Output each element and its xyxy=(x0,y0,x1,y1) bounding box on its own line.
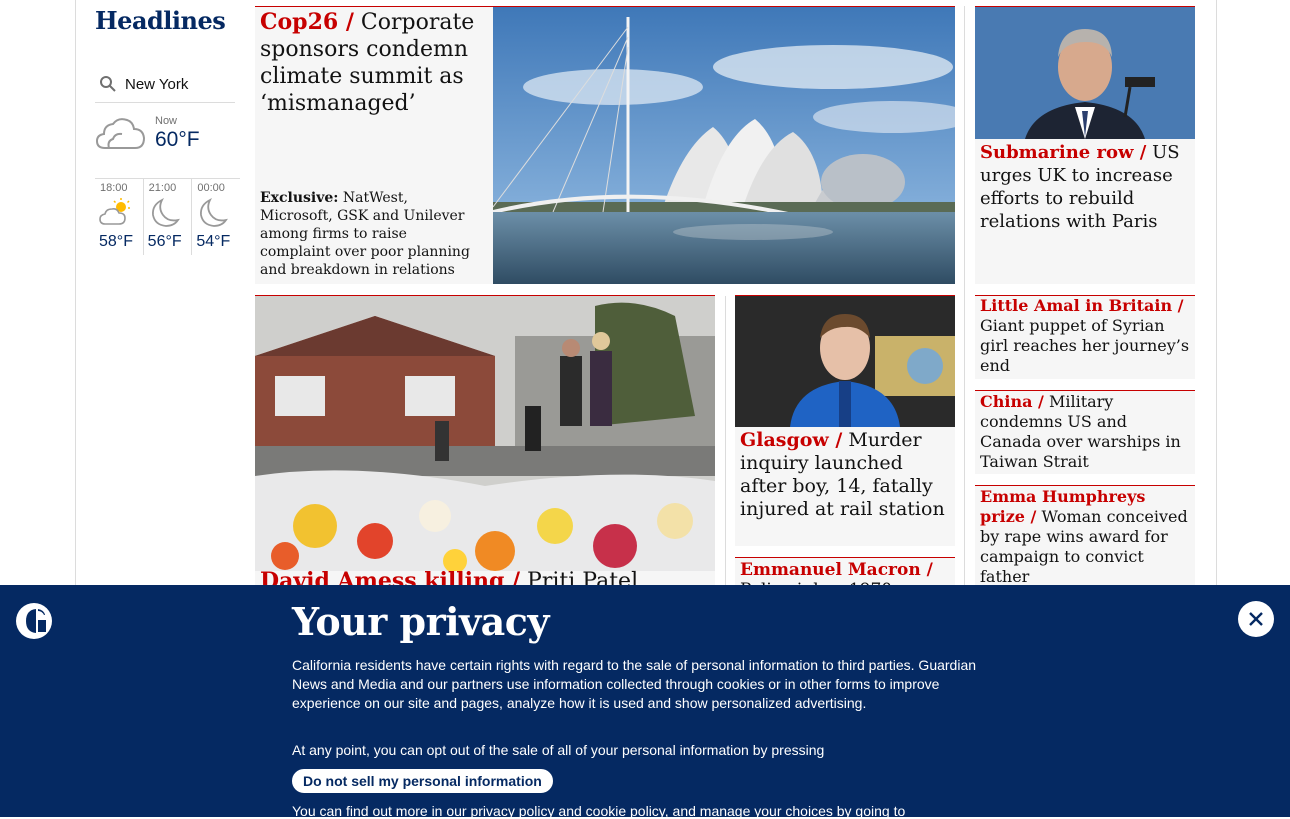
forecast-time: 21:00 xyxy=(148,182,177,194)
privacy-title: Your privacy xyxy=(292,599,550,644)
story-headline[interactable]: Cop26 / Corporate sponsors condemn clima… xyxy=(255,7,490,117)
standfirst-label: Exclusive: xyxy=(260,190,339,206)
story-headline-text: Giant puppet of Syrian girl reaches her … xyxy=(980,316,1190,375)
close-button[interactable] xyxy=(1238,601,1274,637)
forecast-row: 18:00 58°F 21:00 56°F 00:00 54°F xyxy=(95,178,240,255)
forecast-item: 18:00 58°F xyxy=(95,179,143,255)
moon-icon xyxy=(151,197,180,227)
weather-location-field[interactable]: New York xyxy=(95,66,235,103)
story-headline[interactable]: Emma Humphreys prize / Woman conceived b… xyxy=(975,486,1195,586)
now-label: Now xyxy=(155,115,178,127)
now-temperature: 60°F xyxy=(155,128,200,151)
story-card[interactable]: Glasgow / Murder inquiry launched after … xyxy=(735,295,955,546)
forecast-item: 21:00 56°F xyxy=(142,179,192,255)
privacy-body: California residents have certain rights… xyxy=(292,657,977,711)
story-card[interactable]: David Amess killing / Priti Patel xyxy=(255,295,715,586)
story-kicker: David Amess killing / xyxy=(260,568,521,586)
search-icon xyxy=(100,76,116,92)
forecast-item: 00:00 54°F xyxy=(191,179,240,255)
story-standfirst: Exclusive: NatWest, Microsoft, GSK and U… xyxy=(260,189,475,279)
privacy-optout-text: At any point, you can opt out of the sal… xyxy=(292,742,825,758)
speaker-portrait-photo xyxy=(975,7,1195,139)
story-image[interactable] xyxy=(493,7,955,284)
story-headline[interactable]: Submarine row / US urges UK to increase … xyxy=(975,141,1195,233)
story-image[interactable] xyxy=(975,7,1195,139)
story-card[interactable]: Emmanuel Macron / Police inlow 1970s xyxy=(735,557,955,588)
lead-story-card[interactable]: Cop26 / Corporate sponsors condemn clima… xyxy=(255,6,955,284)
privacy-banner: Your privacy California residents have c… xyxy=(0,585,1290,819)
section-title: Headlines xyxy=(95,6,226,35)
story-card[interactable]: Submarine row / US urges UK to increase … xyxy=(975,6,1195,284)
story-headline[interactable]: Emmanuel Macron / Police inlow 1970s xyxy=(735,558,955,588)
guardian-logo-icon xyxy=(16,603,52,639)
story-card[interactable]: Emma Humphreys prize / Woman conceived b… xyxy=(975,485,1195,586)
story-headline[interactable]: Little Amal in Britain / Giant puppet of… xyxy=(975,296,1195,376)
forecast-temp: 58°F xyxy=(99,233,133,250)
story-kicker: Cop26 / xyxy=(260,9,354,35)
story-card[interactable]: Little Amal in Britain / Giant puppet of… xyxy=(975,295,1195,379)
forecast-time: 18:00 xyxy=(100,182,128,194)
glasgow-sec-photo xyxy=(493,7,955,284)
moon-icon xyxy=(200,197,229,227)
story-headline[interactable]: China / Military condemns US and Canada … xyxy=(975,391,1195,472)
cloud-icon xyxy=(95,118,146,149)
boy-portrait-photo xyxy=(735,296,955,427)
story-kicker: China / xyxy=(980,392,1044,411)
flower-tributes-photo xyxy=(255,296,715,571)
story-card[interactable]: China / Military condemns US and Canada … xyxy=(975,390,1195,474)
story-kicker: Little Amal in Britain / xyxy=(980,296,1184,315)
column-divider xyxy=(964,6,965,586)
story-kicker: Emmanuel Macron / xyxy=(740,560,933,580)
column-divider xyxy=(725,296,726,586)
story-kicker: Glasgow / xyxy=(740,429,843,451)
story-headline[interactable]: Glasgow / Murder inquiry launched after … xyxy=(735,429,955,521)
story-headline[interactable]: David Amess killing / Priti Patel xyxy=(255,568,643,586)
weather-location-label: New York xyxy=(125,75,189,93)
story-kicker: Submarine row / xyxy=(980,142,1147,163)
current-weather: Now 60°F xyxy=(95,112,235,174)
partly-sunny-icon xyxy=(99,198,130,225)
do-not-sell-button[interactable]: Do not sell my personal information xyxy=(292,769,553,793)
forecast-temp: 54°F xyxy=(196,233,231,250)
forecast-time: 00:00 xyxy=(197,182,225,194)
forecast-temp: 56°F xyxy=(147,233,182,250)
story-headline-text: Priti Patel xyxy=(527,569,639,586)
story-image[interactable] xyxy=(255,296,715,571)
close-icon xyxy=(1249,612,1263,626)
story-image[interactable] xyxy=(735,296,955,427)
